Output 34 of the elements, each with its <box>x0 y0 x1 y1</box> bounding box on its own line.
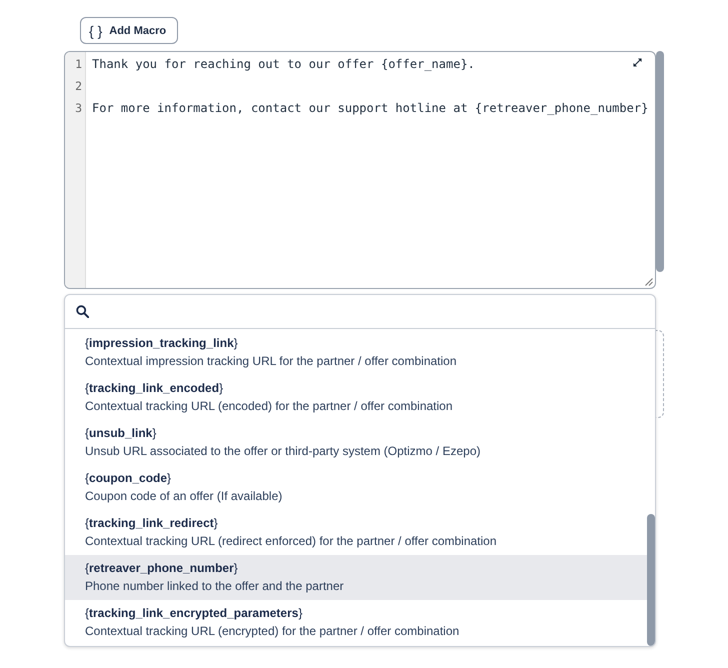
resize-handle-icon[interactable] <box>645 278 653 286</box>
search-icon <box>76 305 89 318</box>
macro-option[interactable]: {coupon_code} Coupon code of an offer (If available) <box>65 465 647 510</box>
macro-name: {tracking_link_encoded} <box>85 380 224 397</box>
macro-description: Contextual tracking URL (encrypted) for the partner / offer combination <box>85 623 460 640</box>
code-line: For more information, contact our support hotline at {retreaver_phone_number} <box>92 100 648 117</box>
scrollbar-thumb[interactable] <box>656 51 664 272</box>
braces-icon: { } <box>89 22 102 38</box>
macro-name: {tracking_link_redirect} <box>85 515 219 532</box>
macro-option[interactable]: {impression_tracking_link} Contextual impression tracking URL for the partner / offer combination <box>65 330 647 375</box>
macro-option[interactable]: {tracking_link_redirect} Contextual tracking URL (redirect enforced) for the partner / offer combination <box>65 510 647 555</box>
code-editor[interactable]: 1 2 3 Thank you for reaching out to our offer {offer_name}. For more information, contact our support hotline at {retreaver_phone_number} <box>64 51 656 289</box>
macro-option[interactable]: {tracking_link_encrypted_parameters} Contextual tracking URL (encrypted) for the partner / offer combination <box>65 600 647 645</box>
macro-name: {retreaver_phone_number} <box>85 560 239 577</box>
macro-description: Coupon code of an offer (If available) <box>85 488 284 505</box>
macro-description: Contextual impression tracking URL for the partner / offer combination <box>85 353 458 370</box>
macro-description: Contextual tracking URL (encoded) for the partner / offer combination <box>85 398 454 415</box>
line-number: 2 <box>75 79 82 93</box>
macro-name: {tracking_link_encrypted_parameters} <box>85 605 304 622</box>
line-number: 3 <box>75 101 82 115</box>
macro-name: {unsub_link} <box>85 425 158 442</box>
macro-name: {impression_tracking_link} <box>85 335 239 352</box>
macro-description: Unsub URL associated to the offer or third-party system (Optizmo / Ezepo) <box>85 443 482 460</box>
macro-name: {coupon_code} <box>85 470 172 487</box>
macro-description: Phone number linked to the offer and the partner <box>85 578 345 595</box>
macro-option[interactable]: {tracking_link_encoded} Contextual tracking URL (encoded) for the partner / offer combination <box>65 375 647 420</box>
expand-icon[interactable] <box>633 58 642 67</box>
macro-description: Contextual tracking URL (redirect enforced) for the partner / offer combination <box>85 533 498 550</box>
line-number: 1 <box>75 57 82 71</box>
add-macro-button[interactable]: { } Add Macro <box>80 17 178 44</box>
code-line: Thank you for reaching out to our offer {offer_name}. <box>92 56 475 73</box>
scrollbar-thumb[interactable] <box>647 514 655 646</box>
macro-option[interactable]: {retreaver_phone_number} Phone number linked to the offer and the partner <box>65 555 647 600</box>
macro-option[interactable]: {unsub_link} Unsub URL associated to the offer or third-party system (Optizmo / Ezepo) <box>65 420 647 465</box>
